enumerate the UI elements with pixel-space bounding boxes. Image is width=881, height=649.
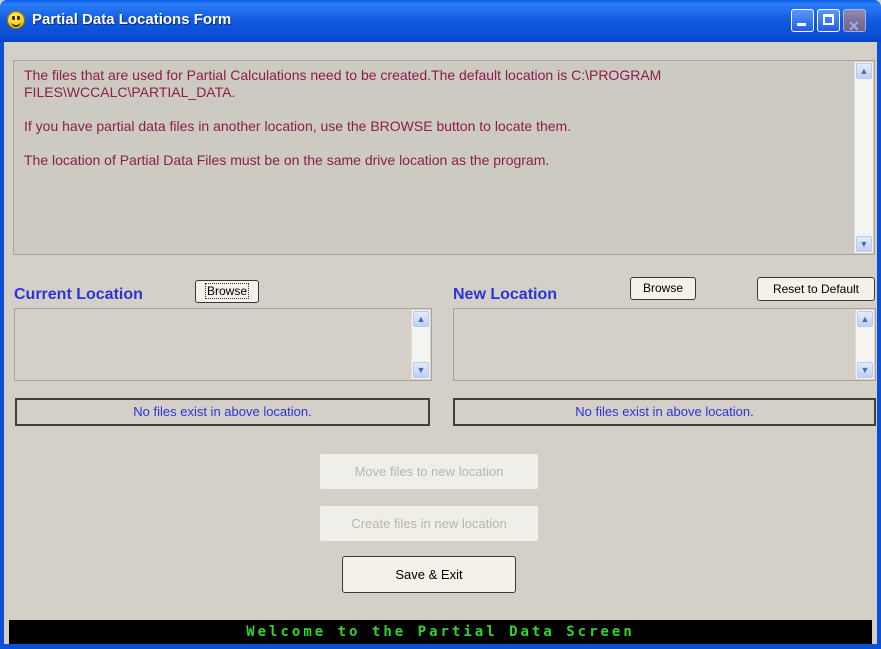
scroll-up-arrow-icon[interactable]: ▲ <box>857 311 873 327</box>
scroll-up-arrow-icon[interactable]: ▲ <box>413 311 429 327</box>
create-files-button[interactable]: Create files in new location <box>319 505 539 542</box>
partial-data-locations-window: Partial Data Locations Form ✕ The files … <box>0 0 881 649</box>
reset-to-default-button[interactable]: Reset to Default <box>757 277 875 301</box>
minimize-icon <box>797 23 806 26</box>
window-frame-right <box>877 42 881 649</box>
new-browse-button[interactable]: Browse <box>630 277 696 300</box>
info-line-2: If you have partial data files in anothe… <box>24 118 572 134</box>
footer-status-bar: Welcome to the Partial Data Screen <box>9 620 872 644</box>
new-location-label: New Location <box>453 286 558 303</box>
current-location-listbox[interactable]: ▲ ▼ <box>14 308 432 381</box>
current-location-scrollbar[interactable]: ▲ ▼ <box>411 310 430 379</box>
scroll-down-arrow-icon[interactable]: ▼ <box>856 236 872 252</box>
info-line-3: The location of Partial Data Files must … <box>24 152 550 168</box>
move-files-button[interactable]: Move files to new location <box>319 453 539 490</box>
current-location-status: No files exist in above location. <box>15 398 430 426</box>
close-icon: ✕ <box>848 18 860 34</box>
maximize-icon <box>823 14 834 25</box>
info-textbox[interactable]: The files that are used for Partial Calc… <box>13 60 875 255</box>
current-location-label: Current Location <box>14 286 143 303</box>
info-scrollbar[interactable]: ▲ ▼ <box>854 62 873 253</box>
current-browse-button[interactable]: Browse <box>195 280 259 303</box>
scroll-up-arrow-icon[interactable]: ▲ <box>856 63 872 79</box>
window-frame-left <box>0 42 4 649</box>
title-bar[interactable]: Partial Data Locations Form ✕ <box>0 0 881 42</box>
close-button: ✕ <box>843 9 866 34</box>
scroll-down-arrow-icon[interactable]: ▼ <box>857 362 873 378</box>
window-title: Partial Data Locations Form <box>32 11 232 28</box>
minimize-button[interactable] <box>791 9 814 32</box>
scroll-down-arrow-icon[interactable]: ▼ <box>413 362 429 378</box>
info-line-1: The files that are used for Partial Calc… <box>24 67 662 100</box>
info-text: The files that are used for Partial Calc… <box>24 67 844 186</box>
smiley-icon <box>7 11 25 29</box>
new-location-listbox[interactable]: ▲ ▼ <box>453 308 876 381</box>
window-frame-bottom <box>0 644 881 649</box>
new-location-scrollbar[interactable]: ▲ ▼ <box>855 310 874 379</box>
maximize-button[interactable] <box>817 9 840 32</box>
current-browse-label: Browse <box>204 283 250 299</box>
save-exit-button[interactable]: Save & Exit <box>342 556 516 593</box>
new-location-status: No files exist in above location. <box>453 398 876 426</box>
